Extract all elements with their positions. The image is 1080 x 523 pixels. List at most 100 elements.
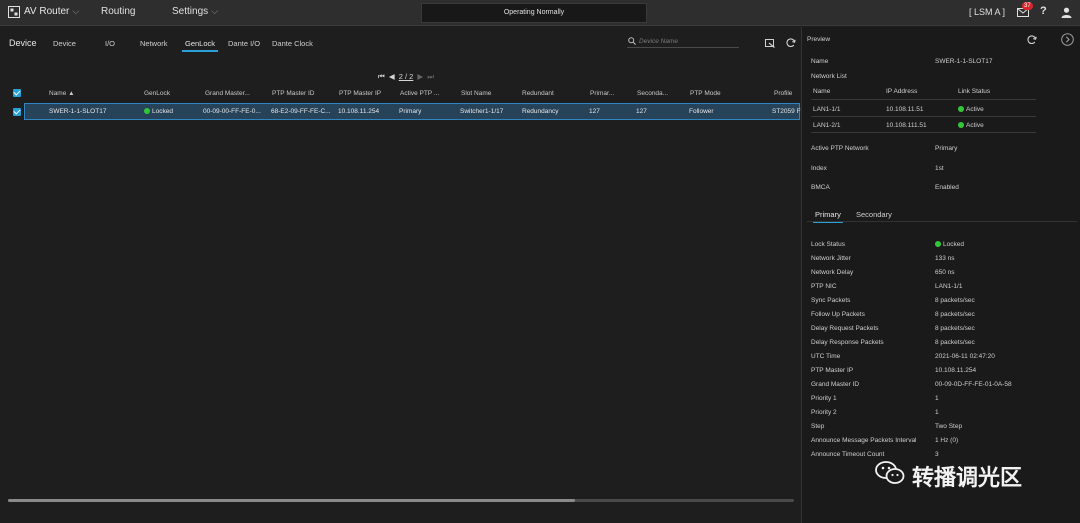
- cell-active-ptp: Primary: [399, 108, 422, 115]
- col-ptp-master-ip[interactable]: PTP Master IP: [339, 90, 381, 97]
- cell-ptp-master-ip: 10.108.11.254: [338, 108, 380, 115]
- detail-value: 10.108.11.254: [935, 367, 977, 374]
- tab-dante-io[interactable]: Dante I/O: [228, 39, 260, 50]
- chevron-down-icon: ⌵: [211, 6, 218, 16]
- horizontal-scrollbar[interactable]: [8, 499, 794, 502]
- index-label: Index: [811, 165, 827, 172]
- cell-ptp-master-id: 68-E2-09-FF-FE-C...: [271, 108, 331, 115]
- col-name[interactable]: Name ▲: [49, 90, 75, 97]
- divider: [811, 132, 1036, 133]
- col-redundant[interactable]: Redundant: [522, 90, 554, 97]
- tab-io[interactable]: I/O: [105, 39, 115, 50]
- detail-value: LAN1-1/1: [935, 283, 963, 290]
- nl-row-status-text: Active: [966, 122, 984, 129]
- app-menu[interactable]: AV Router ⌵: [24, 6, 79, 17]
- detail-value: 2021-06-11 02:47:20: [935, 353, 995, 360]
- mail-count-badge: 37: [1022, 2, 1033, 10]
- next-page-icon[interactable]: ▶: [417, 72, 423, 81]
- bmca-value: Enabled: [935, 184, 959, 191]
- col-genlock[interactable]: GenLock: [144, 90, 170, 97]
- detail-label: Priority 1: [811, 395, 837, 402]
- detail-label: PTP NIC: [811, 283, 837, 290]
- col-slot-name[interactable]: Slot Name: [461, 90, 491, 97]
- top-bar: AV Router ⌵ Routing Settings ⌵ Operating N…: [0, 0, 1080, 26]
- watermark: 转播调光区: [835, 455, 1055, 495]
- scrollbar-thumb[interactable]: [8, 499, 575, 502]
- nl-header-name: Name: [813, 88, 831, 95]
- status-ok-icon: [144, 108, 150, 114]
- menu-settings[interactable]: Settings ⌵: [172, 6, 218, 17]
- menu-routing[interactable]: Routing: [101, 6, 135, 17]
- first-page-icon[interactable]: ⏮: [378, 72, 385, 81]
- cell-secondary: 127: [636, 108, 647, 115]
- detail-label: Announce Message Packets Interval: [811, 437, 917, 444]
- nl-row-status-text: Active: [966, 106, 984, 113]
- detail-value: 1: [935, 395, 939, 402]
- nl-header-ip: IP Address: [886, 88, 918, 95]
- col-primary[interactable]: Primar...: [590, 90, 614, 97]
- detail-label: PTP Master IP: [811, 367, 854, 374]
- detail-value: 650 ns: [935, 269, 955, 276]
- detail-label: Network Delay: [811, 269, 854, 276]
- detail-value: 8 packets/sec: [935, 297, 975, 304]
- detail-value: Locked: [935, 241, 964, 248]
- router-logo-icon: [8, 6, 20, 18]
- user-icon[interactable]: [1061, 7, 1072, 18]
- prev-page-icon[interactable]: ◀: [389, 72, 395, 81]
- refresh-icon[interactable]: [786, 38, 796, 48]
- preview-title: Preview: [807, 36, 831, 43]
- detail-value: 8 packets/sec: [935, 311, 975, 318]
- tab-device[interactable]: Device: [53, 39, 76, 50]
- lsm-selector[interactable]: [ LSM A ]: [969, 7, 1005, 17]
- col-ptp-master-id[interactable]: PTP Master ID: [272, 90, 315, 97]
- tab-network[interactable]: Network: [140, 39, 168, 50]
- detail-value: 1: [935, 409, 939, 416]
- tab-secondary[interactable]: Secondary: [854, 210, 894, 221]
- network-list-label: Network List: [811, 73, 847, 80]
- detail-label: Follow Up Packets: [811, 311, 865, 318]
- refresh-icon[interactable]: [1027, 35, 1037, 45]
- detail-label: Priority 2: [811, 409, 837, 416]
- collapse-panel-icon[interactable]: [1061, 33, 1074, 46]
- cell-name: SWER-1-1-SLOT17: [49, 108, 107, 115]
- nl-row-ip: 10.108.11.51: [886, 106, 924, 113]
- search-input[interactable]: [639, 36, 737, 47]
- cell-primary: 127: [589, 108, 600, 115]
- detail-label: Delay Response Packets: [811, 339, 884, 346]
- help-button[interactable]: ?: [1040, 5, 1047, 17]
- col-secondary[interactable]: Seconda...: [637, 90, 668, 97]
- main-area: Device Device I/O Network GenLock Dante …: [0, 27, 801, 523]
- last-page-icon[interactable]: ⏭: [427, 72, 434, 81]
- table-row[interactable]: SWER-1-1-SLOT17 Locked 00-09-00-FF-FE-0.…: [24, 103, 801, 120]
- divider: [811, 116, 1036, 117]
- preview-panel: Preview Name SWER-1-1-SLOT17 Network Lis…: [801, 27, 1080, 523]
- detail-label: Network Jitter: [811, 255, 851, 262]
- active-ptp-network-label: Active PTP Network: [811, 145, 869, 152]
- cell-slot-name: Switcher1-1/17: [460, 108, 504, 115]
- pagination: ⏮ ◀ 2 / 2 ▶ ⏭: [377, 72, 435, 82]
- search-box: [627, 36, 739, 48]
- detail-label: Delay Request Packets: [811, 325, 879, 332]
- bmca-label: BMCA: [811, 184, 830, 191]
- tab-dante-clock[interactable]: Dante Clock: [272, 39, 313, 50]
- detail-value: 133 ns: [935, 255, 955, 262]
- col-active-ptp[interactable]: Active PTP ...: [400, 90, 439, 97]
- col-ptp-mode[interactable]: PTP Mode: [690, 90, 721, 97]
- cell-profile: ST2059 F: [772, 108, 801, 115]
- col-profile[interactable]: Profile: [774, 90, 792, 97]
- export-icon[interactable]: [765, 38, 775, 48]
- app-name: AV Router: [24, 6, 70, 17]
- select-all-checkbox[interactable]: [13, 89, 21, 97]
- watermark-text: 转播调光区: [912, 465, 1023, 490]
- divider: [811, 99, 1036, 100]
- tab-genlock[interactable]: GenLock: [182, 39, 219, 52]
- detail-value: 1 Hz (0): [935, 437, 959, 444]
- detail-value: Two Step: [935, 423, 963, 430]
- col-grand-master[interactable]: Grand Master...: [205, 90, 250, 97]
- menu-settings-label: Settings: [172, 6, 209, 17]
- detail-value: 8 packets/sec: [935, 339, 975, 346]
- row-checkbox[interactable]: [13, 108, 21, 116]
- status-ok-icon: [958, 122, 964, 128]
- name-label: Name: [811, 58, 829, 65]
- lock-status-text: Locked: [943, 241, 964, 248]
